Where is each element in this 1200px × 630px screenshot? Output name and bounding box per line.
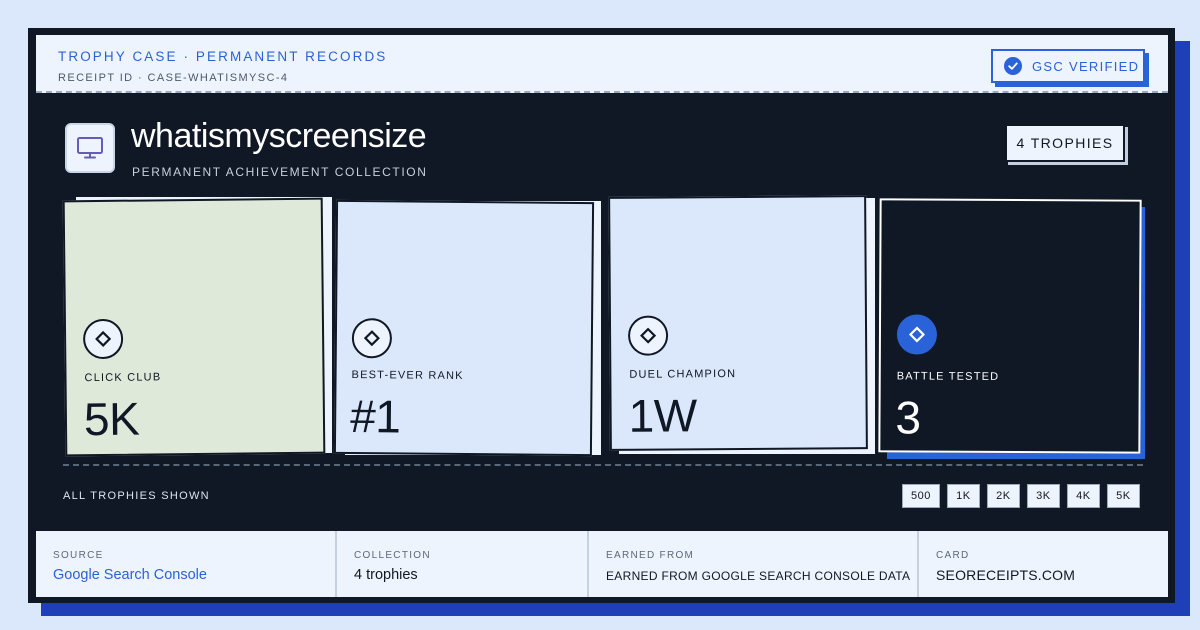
footer-source: SOURCE Google Search Console	[36, 531, 337, 597]
check-icon	[1004, 57, 1022, 75]
source-link[interactable]: Google Search Console	[53, 567, 335, 583]
monitor-icon	[65, 123, 115, 173]
tile-label: CLICK CLUB	[84, 371, 162, 385]
milestone-chips: 500 1K 2K 3K 4K 5K	[902, 484, 1140, 508]
all-trophies-shown: ALL TROPHIES SHOWN	[63, 490, 210, 502]
diamond-icon	[351, 318, 393, 359]
trophy-tile-duel-champion[interactable]: DUEL CHAMPION 1W	[608, 194, 877, 456]
footer-card: CARD SEORECEIPTS.COM	[919, 531, 1168, 597]
milestone-chip: 1K	[946, 484, 980, 508]
card-domain: SEORECEIPTS.COM	[936, 567, 1076, 583]
header-title: TROPHY CASE · PERMANENT RECORDS	[58, 49, 388, 64]
verified-label: GSC VERIFIED	[1032, 58, 1140, 74]
milestone-chip: 4K	[1066, 484, 1100, 508]
tile-value: 1W	[628, 389, 697, 442]
diamond-icon	[82, 318, 124, 360]
tile-label: BEST-EVER RANK	[351, 369, 464, 382]
trophy-count-badge: 4 TROPHIES	[1005, 124, 1129, 166]
card-footer: SOURCE Google Search Console COLLECTION …	[36, 531, 1168, 597]
tile-label: DUEL CHAMPION	[629, 368, 737, 381]
milestone-chip: 5K	[1106, 484, 1140, 508]
milestone-chip: 500	[902, 484, 940, 508]
tile-label: BATTLE TESTED	[896, 370, 1000, 383]
diamond-icon	[896, 314, 938, 355]
trophy-tile-battle-tested[interactable]: BATTLE TESTED 3	[878, 198, 1147, 461]
diamond-icon	[627, 315, 669, 356]
trophy-tile-best-ever-rank[interactable]: BEST-EVER RANK #1	[333, 197, 603, 459]
tile-value: #1	[350, 390, 401, 443]
site-subtitle: PERMANENT ACHIEVEMENT COLLECTION	[132, 165, 428, 179]
receipt-id: RECEIPT ID · CASE-WHATISMYSC-4	[58, 72, 289, 84]
site-name: whatismyscreensize	[131, 117, 427, 155]
receipt-header: TROPHY CASE · PERMANENT RECORDS RECEIPT …	[36, 35, 1168, 93]
milestone-chip: 2K	[986, 484, 1020, 508]
dashed-divider	[63, 464, 1143, 466]
trophy-tile-click-club[interactable]: CLICK CLUB 5K	[62, 197, 332, 457]
footer-collection: COLLECTION 4 trophies	[337, 531, 589, 597]
trophy-count-label: 4 TROPHIES	[1005, 124, 1125, 162]
trophy-card: TROPHY CASE · PERMANENT RECORDS RECEIPT …	[28, 28, 1175, 603]
tile-value: 3	[895, 391, 921, 444]
gsc-verified-badge: GSC VERIFIED	[991, 49, 1149, 87]
milestone-chip: 3K	[1026, 484, 1060, 508]
footer-earned-from: EARNED FROM EARNED FROM GOOGLE SEARCH CO…	[589, 531, 919, 597]
tile-value: 5K	[83, 392, 140, 446]
